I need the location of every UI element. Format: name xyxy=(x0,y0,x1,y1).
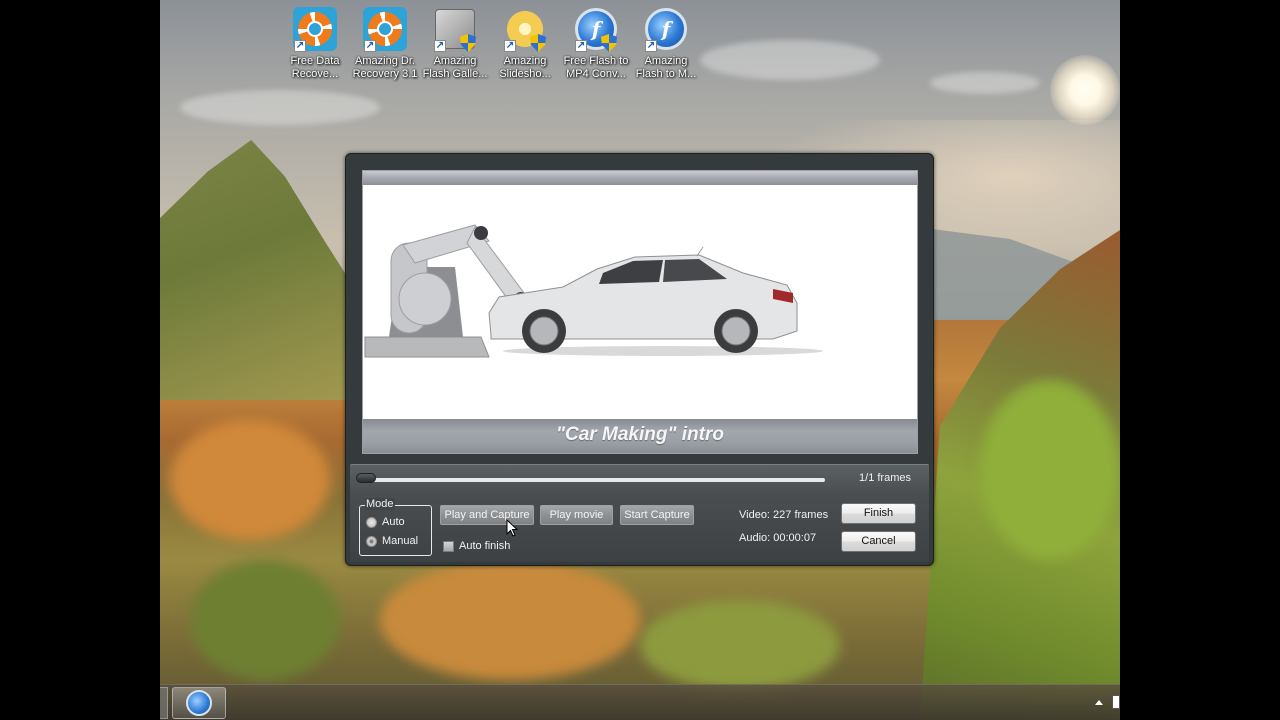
radio-auto[interactable] xyxy=(366,516,377,528)
front-hub xyxy=(529,316,559,346)
robot-base xyxy=(364,336,490,358)
capture-controls-panel: 1/1 frames Mode Auto Manual Play and Cap… xyxy=(350,464,929,562)
play-movie-button[interactable]: Play movie xyxy=(540,505,613,525)
mode-manual-option[interactable]: Manual xyxy=(366,535,418,547)
icon-label: MP4 Conv... xyxy=(566,68,626,80)
flag-icon[interactable] xyxy=(1112,695,1120,709)
robot-elbow-joint xyxy=(474,226,488,240)
playback-slider-thumb[interactable] xyxy=(356,473,376,483)
taskbar xyxy=(160,684,1120,720)
desktop-icon-amazing-slideshow[interactable]: ↗ Amazing Slidesho... xyxy=(490,6,560,81)
grass-patch xyxy=(380,560,640,680)
icon-label: Free Data xyxy=(290,55,340,67)
radio-auto-label: Auto xyxy=(382,516,405,528)
icon-label: Amazing Dr. xyxy=(355,55,415,67)
capture-dialog: "Car Making" intro 1/1 frames Mode Auto … xyxy=(345,153,934,566)
cloud xyxy=(700,40,880,80)
shortcut-arrow-icon: ↗ xyxy=(434,40,446,52)
lifebuoy-icon: ↗ xyxy=(292,6,338,52)
grass-patch xyxy=(980,380,1120,560)
radio-manual-label: Manual xyxy=(382,535,419,547)
icon-label: Amazing xyxy=(433,55,477,67)
auto-finish-option[interactable]: Auto finish xyxy=(443,540,510,552)
desktop-icon-amazing-flash-gallery[interactable]: ↗ Amazing Flash Galle... xyxy=(420,6,490,81)
icon-label: Recove... xyxy=(291,68,339,80)
video-frame-count: Video: 227 frames xyxy=(739,509,829,521)
preview-caption: "Car Making" intro xyxy=(363,419,917,453)
rear-hub xyxy=(721,316,751,346)
sedan-car-illustration xyxy=(488,246,823,356)
flash-converter-icon: f ↗ xyxy=(643,6,689,52)
auto-finish-checkbox[interactable] xyxy=(443,540,454,552)
icon-label: Flash to M... xyxy=(635,68,697,80)
flash-converter-icon: f ↗ xyxy=(573,6,619,52)
desktop-icon-amazing-flash-to-m[interactable]: f ↗ Amazing Flash to M... xyxy=(631,6,701,81)
flash-gallery-icon: ↗ xyxy=(432,6,478,52)
uac-shield-icon xyxy=(460,34,476,52)
radio-manual[interactable] xyxy=(366,535,377,547)
mode-legend: Mode xyxy=(365,498,395,510)
sun xyxy=(1050,55,1120,125)
start-capture-button[interactable]: Start Capture xyxy=(620,505,694,525)
mode-auto-option[interactable]: Auto xyxy=(366,516,405,528)
play-and-capture-button[interactable]: Play and Capture xyxy=(440,505,534,525)
cloud xyxy=(180,90,380,125)
start-button-edge[interactable] xyxy=(160,687,168,719)
desktop-icon-free-flash-to-mp4[interactable]: f ↗ Free Flash to MP4 Conv... xyxy=(561,6,631,81)
desktop-icon-free-data-recovery[interactable]: ↗ Free Data Recove... xyxy=(280,6,350,81)
cloud xyxy=(930,72,1040,94)
playback-slider-track[interactable] xyxy=(370,478,825,482)
icon-label: Free Flash to xyxy=(563,55,629,67)
taskbar-app-flash-converter[interactable] xyxy=(172,687,226,719)
front-window xyxy=(599,260,663,284)
antenna xyxy=(696,246,704,257)
frames-counter: 1/1 frames xyxy=(859,472,911,484)
uac-shield-icon xyxy=(530,34,546,52)
car-making-animation-frame xyxy=(364,224,823,358)
shortcut-arrow-icon: ↗ xyxy=(575,40,587,52)
mode-group: Mode Auto Manual xyxy=(359,498,432,556)
letterbox-left xyxy=(0,0,160,720)
uac-shield-icon xyxy=(601,34,617,52)
grass-patch xyxy=(640,600,840,690)
icon-label: Slidesho... xyxy=(499,68,551,80)
robot-joint xyxy=(398,272,452,326)
mouse-pointer-icon xyxy=(506,519,518,537)
desktop-icon-amazing-dr-recovery[interactable]: ↗ Amazing Dr. Recovery 3.1 xyxy=(350,6,420,81)
flash-converter-icon xyxy=(186,690,212,716)
letterbox-right xyxy=(1120,0,1280,720)
grass-patch xyxy=(190,560,340,680)
finish-button[interactable]: Finish xyxy=(841,503,916,524)
auto-finish-label: Auto finish xyxy=(459,540,511,552)
icon-label: Amazing xyxy=(503,55,547,67)
shortcut-arrow-icon: ↗ xyxy=(364,40,376,52)
movie-preview: "Car Making" intro xyxy=(362,170,918,454)
icon-label: Flash Galle... xyxy=(422,68,488,80)
audio-duration: Audio: 00:00:07 xyxy=(739,532,817,544)
icon-label: Recovery 3.1 xyxy=(352,68,418,80)
lifebuoy-icon: ↗ xyxy=(362,6,408,52)
icon-label: Amazing xyxy=(644,55,688,67)
shortcut-arrow-icon: ↗ xyxy=(294,40,306,52)
cancel-button[interactable]: Cancel xyxy=(841,531,916,552)
shortcut-arrow-icon: ↗ xyxy=(504,40,516,52)
preview-top-bar xyxy=(363,171,917,185)
tray-up-arrow-icon[interactable] xyxy=(1095,700,1103,705)
slideshow-flower-icon: ↗ xyxy=(502,6,548,52)
shortcut-arrow-icon: ↗ xyxy=(645,40,657,52)
grass-patch xyxy=(170,420,330,540)
